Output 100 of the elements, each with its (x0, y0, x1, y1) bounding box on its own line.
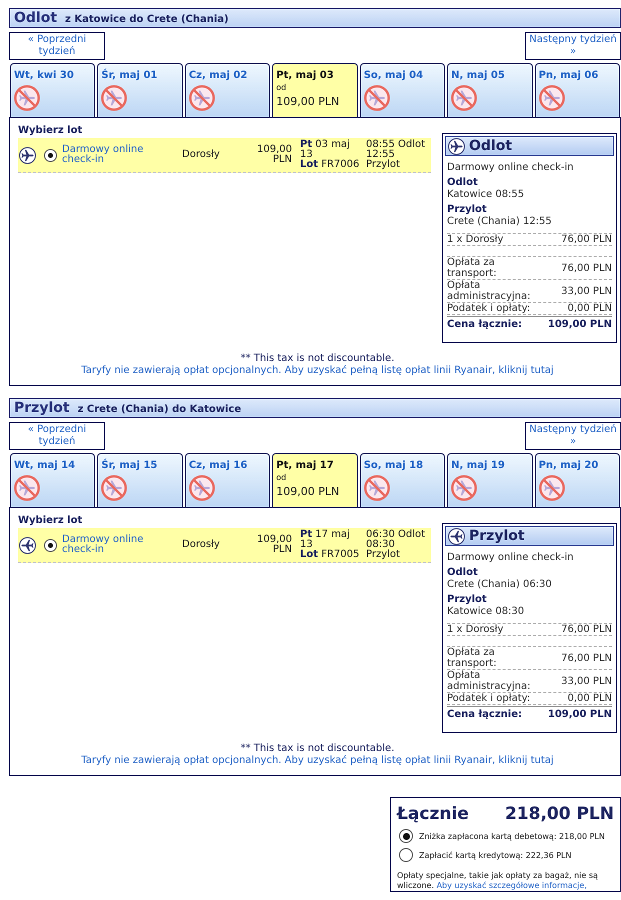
leg-title: Odlot (14, 10, 58, 26)
note-text: ** This tax is not discountable. (240, 743, 396, 755)
payment-option-text: Zapłacić kartą kredytową: 222,36 PLN (419, 850, 572, 860)
day-tab[interactable]: N, maj 05 (447, 63, 533, 117)
departure-text: Crete (Chania) 06:30 (447, 579, 553, 591)
departure-label: Odlot (447, 177, 479, 189)
note-text: ** This tax is not discountable. (240, 353, 396, 365)
no-flight-icon (14, 85, 40, 111)
day-tab[interactable]: Pn, maj 20 (534, 453, 620, 507)
price-amount: 76,00 PLN (561, 262, 612, 274)
next-week-button[interactable]: Następny tydzień » (525, 32, 621, 60)
arrival-time-text: 12:55 Przylot (366, 150, 401, 170)
day-tab[interactable]: Śr, maj 01 (97, 63, 183, 117)
section-label: Wybierz lot (18, 515, 84, 527)
flight-number-text: Lot FR7005 (300, 550, 360, 560)
arrival-label: Przylot (447, 204, 488, 216)
day-tab[interactable]: Pn, maj 06 (534, 63, 620, 117)
previous-week-button[interactable]: « Poprzedni tydzień (9, 422, 105, 450)
flight-number-text: Lot FR7006 (300, 160, 360, 170)
radio-button[interactable] (399, 848, 413, 862)
price-amount: 76,00 PLN (561, 234, 612, 245)
details-link[interactable]: Aby uzyskać szczegółowe informacje, (436, 881, 587, 890)
plane-icon (19, 146, 36, 164)
route-text: z Crete (Chania) do Katowice (78, 402, 242, 414)
next-week-button[interactable]: Następny tydzień » (525, 422, 621, 450)
plane-icon (448, 138, 465, 154)
leg-title: Przylot (14, 400, 70, 416)
summary-title: Przylot (469, 530, 525, 542)
price-label: Opłata administracyjna: (447, 280, 532, 302)
price-label: Opłata za transport: (447, 257, 498, 279)
price-amount: 33,00 PLN (561, 286, 612, 296)
price-label: Podatek i opłaty: (447, 693, 532, 704)
total-amount: 218,00 PLN (504, 804, 614, 824)
price-amount: 76,00 PLN (561, 652, 612, 664)
no-flight-icon (101, 475, 128, 501)
plane-icon (19, 536, 36, 554)
fares-link[interactable]: Taryfy nie zawierają opłat opcjonalnych. Aby uzyskać pełną listę opłat linii Ryanair, kliknij tutaj (81, 755, 554, 766)
no-flight-icon (364, 85, 390, 111)
no-flight-icon (14, 475, 40, 501)
departure-time-text: 06:30 Odlot (366, 530, 426, 540)
day-tab[interactable]: N, maj 19 (447, 453, 533, 507)
day-tab[interactable]: So, maj 04 (360, 63, 446, 117)
price-label: Opłata administracyjna: (447, 670, 532, 692)
price-label: Opłata za transport: (447, 647, 498, 669)
radio-button[interactable] (44, 538, 57, 552)
total-title: Łącznie (397, 804, 469, 824)
no-flight-icon (188, 85, 215, 111)
day-tab[interactable]: So, maj 18 (360, 453, 446, 507)
plane-icon (448, 528, 465, 544)
section-label: Wybierz lot (18, 125, 84, 137)
fares-link[interactable]: Taryfy nie zawierają opłat opcjonalnych. Aby uzyskać pełną listę opłat linii Ryanair, kliknij tutaj (81, 365, 554, 376)
fare-link[interactable]: Darmowy online check-in (62, 145, 172, 165)
arrival-text: Katowice 08:30 (447, 606, 526, 618)
total-label: Cena łącznie: (447, 319, 524, 330)
no-flight-icon (101, 85, 128, 111)
previous-week-button[interactable]: « Poprzedni tydzień (9, 32, 105, 60)
no-flight-icon (188, 475, 215, 501)
fare-text: Darmowy online check-in (447, 552, 575, 564)
day-tab[interactable]: Pt, maj 03 od 109,00 PLN (272, 63, 358, 117)
payment-option-text: Zniżka zapłacona kartą debetową: 218,00 PLN (419, 832, 605, 840)
day-tab[interactable]: Wt, kwi 30 (10, 63, 96, 117)
total-amount: 109,00 PLN (548, 319, 612, 330)
no-flight-icon (538, 475, 565, 501)
price-text: 109,00 PLN (256, 145, 292, 165)
price-text: 109,00 PLN (256, 535, 292, 555)
price-amount: 76,00 PLN (561, 624, 612, 635)
departure-text: Katowice 08:55 (447, 189, 526, 201)
flight-date-text: Pt 17 maj 13 (300, 530, 350, 550)
total-amount: 109,00 PLN (548, 709, 612, 720)
price-label: 1 x Dorosły (447, 624, 504, 635)
passenger-text: Dorosły (182, 150, 221, 160)
flight-date-text: Pt 03 maj 13 (300, 140, 350, 160)
arrival-text: Crete (Chania) 12:55 (447, 216, 553, 228)
no-flight-icon (451, 475, 478, 501)
arrival-time-text: 08:30 Przylot (366, 540, 401, 560)
route-text: z Katowice do Crete (Chania) (65, 12, 229, 24)
extras-note: Opłaty specjalne, takie jak opłaty za bagaż, nie są wliczone. Aby uzyskać szczegółowe informacje, (397, 871, 599, 891)
total-label: Cena łącznie: (447, 709, 524, 720)
price-amount: 0,00 PLN (567, 693, 612, 704)
day-tab[interactable]: Cz, maj 16 (184, 453, 270, 507)
price-label: 1 x Dorosły (447, 234, 504, 245)
day-tab[interactable]: Cz, maj 02 (184, 63, 270, 117)
departure-time-text: 08:55 Odlot (366, 140, 426, 150)
fare-text: Darmowy online check-in (447, 162, 575, 174)
departure-label: Odlot (447, 567, 478, 579)
day-tab[interactable]: Wt, maj 14 (10, 453, 96, 507)
no-flight-icon (364, 475, 390, 501)
passenger-text: Dorosły (182, 540, 221, 550)
price-amount: 33,00 PLN (561, 676, 612, 686)
radio-button[interactable] (44, 148, 57, 162)
no-flight-icon (451, 85, 478, 111)
day-tab[interactable]: Śr, maj 15 (97, 453, 183, 507)
price-amount: 0,00 PLN (567, 303, 612, 314)
fare-link[interactable]: Darmowy online check-in (62, 535, 172, 555)
summary-title: Odlot (469, 140, 512, 152)
arrival-label: Przylot (447, 594, 488, 606)
day-tab[interactable]: Pt, maj 17 od 109,00 PLN (272, 453, 358, 507)
radio-button[interactable] (399, 829, 413, 843)
price-label: Podatek i opłaty: (447, 303, 532, 314)
no-flight-icon (538, 85, 565, 111)
